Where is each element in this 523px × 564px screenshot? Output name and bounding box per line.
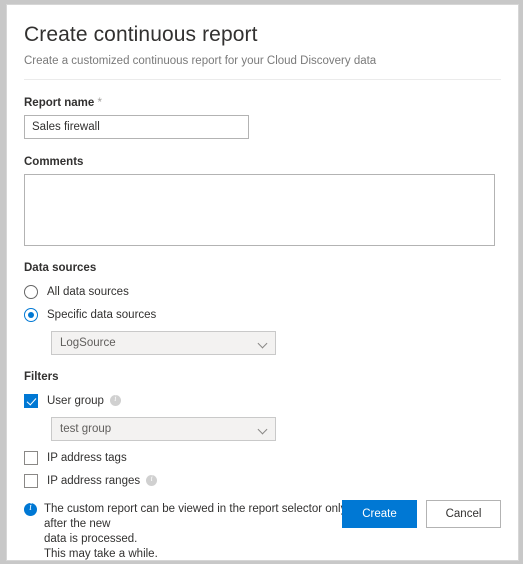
header-divider [24,79,501,80]
checkbox-icon-ip-address-ranges[interactable] [24,473,38,488]
data-source-select-value: LogSource [60,337,116,349]
radio-icon-specific-data-sources[interactable] [24,307,38,322]
radio-label-all-data-sources: All data sources [47,285,129,298]
radio-specific-data-sources[interactable]: Specific data sources [24,304,501,325]
checkbox-label-ip-address-ranges: IP address ranges [47,474,141,487]
chevron-down-icon [259,340,266,347]
report-name-input[interactable] [24,115,249,139]
checkbox-label-user-group: User group [47,394,104,407]
data-sources-label: Data sources [24,262,97,274]
checkbox-icon-ip-address-tags[interactable] [24,450,38,465]
user-group-select[interactable]: test group [51,417,276,441]
data-source-select[interactable]: LogSource [51,331,276,355]
info-icon [24,502,37,516]
comments-textarea[interactable] [24,174,495,246]
comments-label: Comments [24,156,84,168]
checkbox-label-ip-address-tags: IP address tags [47,451,127,464]
radio-icon-all-data-sources[interactable] [24,284,38,299]
checkbox-icon-user-group[interactable] [24,393,38,408]
footer-note-line-1: The custom report can be viewed in the r… [44,503,347,530]
radio-all-data-sources[interactable]: All data sources [24,281,501,302]
footer-buttons: Create Cancel [342,500,501,528]
info-icon-user-group[interactable] [109,394,121,406]
chevron-down-icon [259,426,266,433]
footer-note-text: The custom report can be viewed in the r… [44,502,364,560]
footer-note: The custom report can be viewed in the r… [24,502,364,560]
radio-label-specific-data-sources: Specific data sources [47,308,157,321]
footer-note-line-3: This may take a while. [44,548,158,560]
dialog-content: Create continuous report Create a custom… [7,5,518,488]
info-icon-ip-address-ranges[interactable] [146,474,158,486]
filters-label: Filters [24,371,59,383]
page-subtitle: Create a customized continuous report fo… [24,55,377,67]
checkbox-ip-address-tags[interactable]: IP address tags [24,447,501,468]
page-title: Create continuous report [24,23,258,46]
user-group-select-value: test group [60,423,112,435]
required-marker: * [97,97,102,109]
cancel-button[interactable]: Cancel [426,500,501,528]
report-name-label: Report name * [24,97,501,109]
report-name-label-text: Report name [24,97,95,109]
create-button[interactable]: Create [342,500,417,528]
checkbox-user-group[interactable]: User group [24,390,501,411]
dialog-footer: The custom report can be viewed in the r… [7,488,518,560]
create-continuous-report-dialog: Create continuous report Create a custom… [6,4,519,561]
footer-note-line-2: data is processed. [44,533,138,545]
